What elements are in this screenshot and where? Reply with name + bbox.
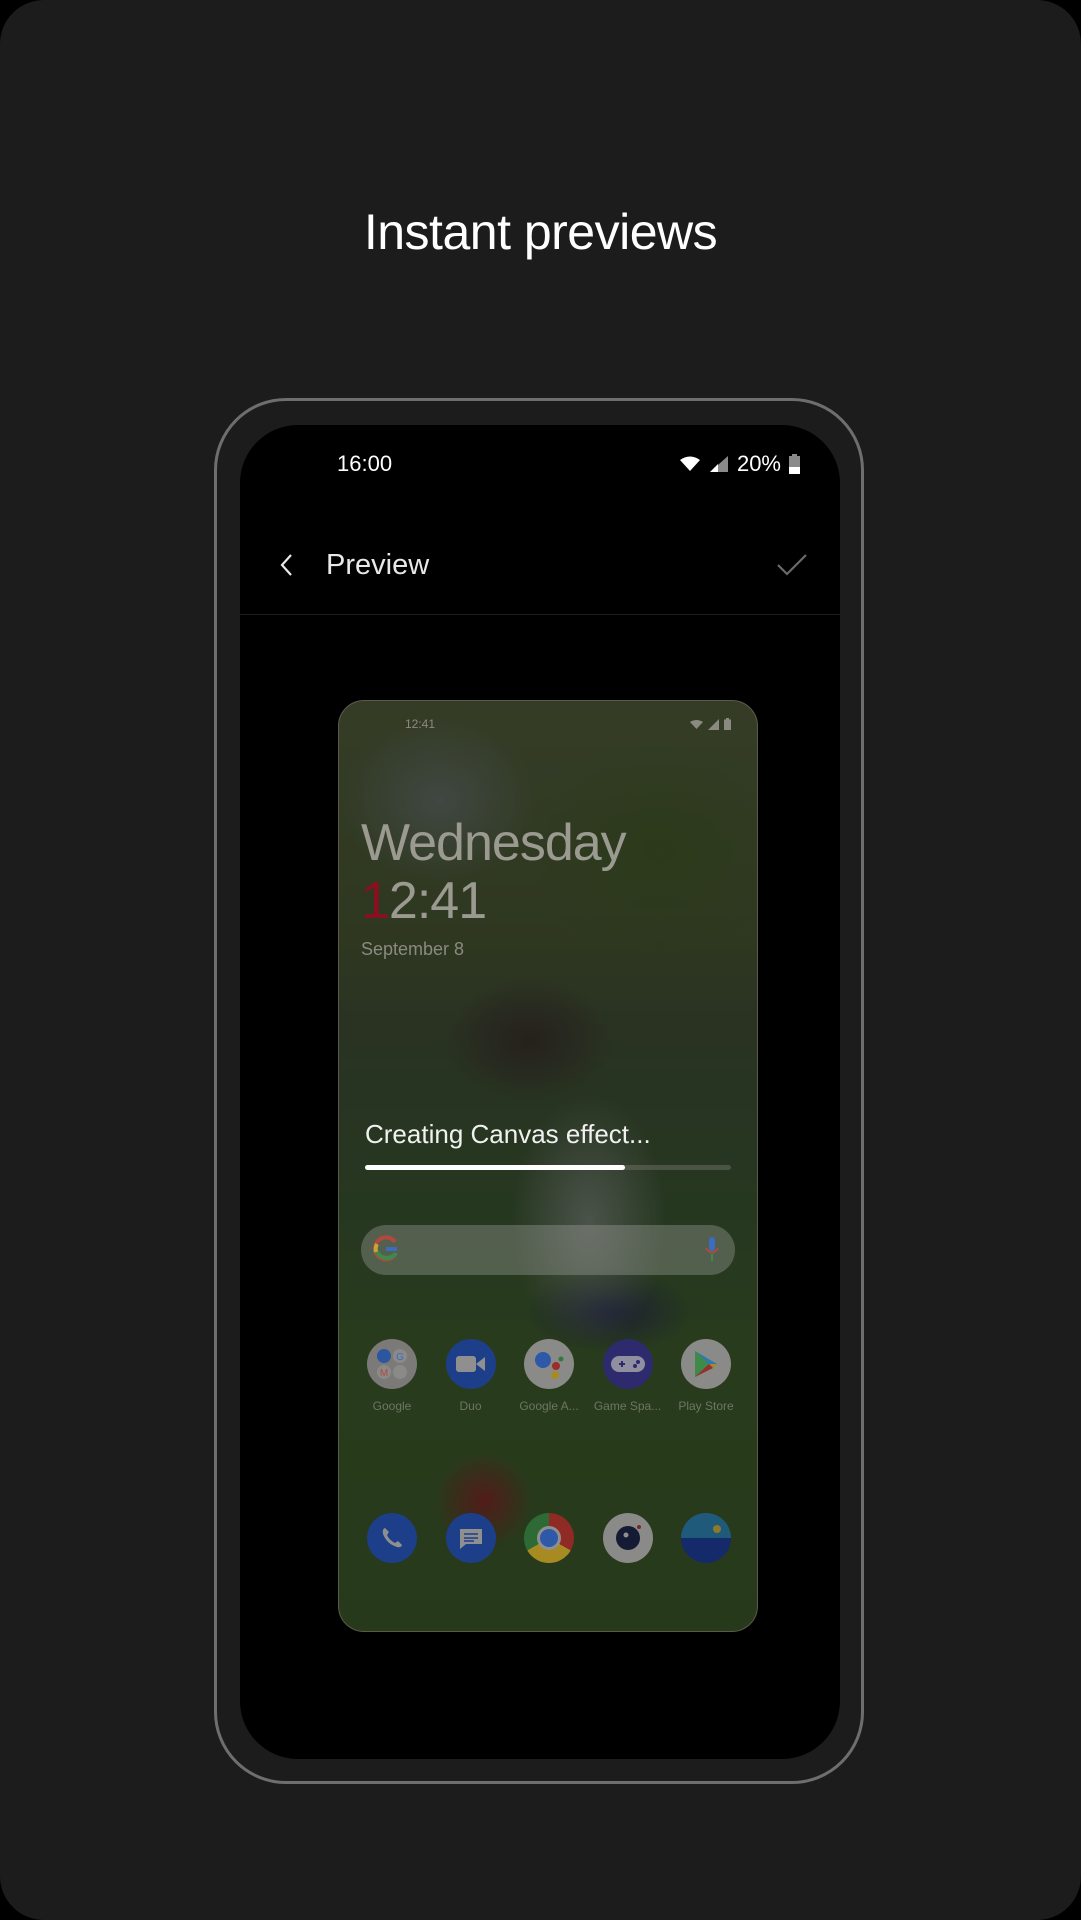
check-icon: [777, 554, 807, 576]
game-space-icon: [602, 1339, 653, 1389]
play-store-icon: [681, 1339, 731, 1389]
app-google-assistant[interactable]: Google A...: [512, 1339, 586, 1413]
app-label: Play Store: [678, 1399, 734, 1413]
preview-battery-icon: [724, 718, 731, 730]
preview-status-time: 12:41: [405, 717, 436, 731]
messages-icon[interactable]: [445, 1513, 496, 1563]
headline: Instant previews: [363, 204, 718, 260]
app-bar-divider: [240, 614, 840, 615]
google-folder-icon: GM: [367, 1339, 417, 1389]
camera-icon[interactable]: [602, 1513, 653, 1563]
app-label: Google A...: [519, 1399, 579, 1413]
back-button[interactable]: [266, 545, 306, 585]
preview-search-bar: [361, 1225, 735, 1275]
app-label: Game Spa...: [593, 1399, 662, 1413]
wallpaper-preview: 12:41 Wednesday 12:41 September 8 Creati…: [338, 700, 758, 1632]
chrome-icon[interactable]: [524, 1513, 574, 1563]
app-label: Duo: [459, 1399, 482, 1413]
preview-clock-accent-digit: 1: [361, 872, 390, 930]
confirm-button[interactable]: [772, 545, 812, 585]
svg-text:M: M: [380, 1368, 388, 1379]
status-bar: 16:00 20%: [240, 425, 840, 505]
chevron-left-icon: [280, 554, 292, 576]
page-title: Preview: [326, 549, 430, 581]
battery-percent: 20%: [736, 451, 781, 476]
cell-signal-icon: [709, 456, 728, 472]
duo-icon: [445, 1339, 496, 1389]
wifi-icon: [679, 456, 700, 471]
page-background: Instant previews 16:00 20% Preview 12:41…: [0, 0, 1081, 1920]
preview-clock-rest: 2:41: [388, 872, 487, 930]
preview-date: September 8: [361, 939, 465, 959]
preview-signal-icon: [708, 718, 719, 730]
app-grid-row: GM Google Duo Google A... Game Spa... Pl…: [355, 1339, 743, 1413]
google-g-icon: [373, 1235, 398, 1262]
app-game-space[interactable]: Game Spa...: [591, 1339, 665, 1413]
gallery-icon[interactable]: [681, 1513, 731, 1563]
battery-icon: [789, 454, 800, 474]
google-assistant-icon: [524, 1339, 574, 1389]
svg-text:G: G: [396, 1352, 404, 1363]
microphone-icon: [705, 1237, 719, 1261]
status-time: 16:00: [337, 451, 393, 476]
app-label: Google: [372, 1399, 412, 1413]
preview-day: Wednesday: [361, 814, 627, 872]
progress-label: Creating Canvas effect...: [365, 1119, 651, 1149]
phone-icon[interactable]: [367, 1513, 417, 1563]
preview-clock: 12:41: [361, 871, 487, 931]
progress-bar: [365, 1165, 731, 1170]
status-icons: 20%: [679, 451, 800, 477]
app-duo[interactable]: Duo: [434, 1339, 508, 1413]
app-bar: Preview: [240, 515, 840, 615]
preview-wifi-icon: [690, 719, 703, 729]
app-play-store[interactable]: Play Store: [669, 1339, 743, 1413]
phone-screen: 16:00 20% Preview 12:41 Wednesday 12:41 …: [240, 425, 840, 1759]
progress-bar-fill: [365, 1165, 625, 1170]
preview-status-icons: [690, 718, 731, 730]
app-google-folder[interactable]: GM Google: [355, 1339, 429, 1413]
dock-row: [355, 1513, 743, 1563]
